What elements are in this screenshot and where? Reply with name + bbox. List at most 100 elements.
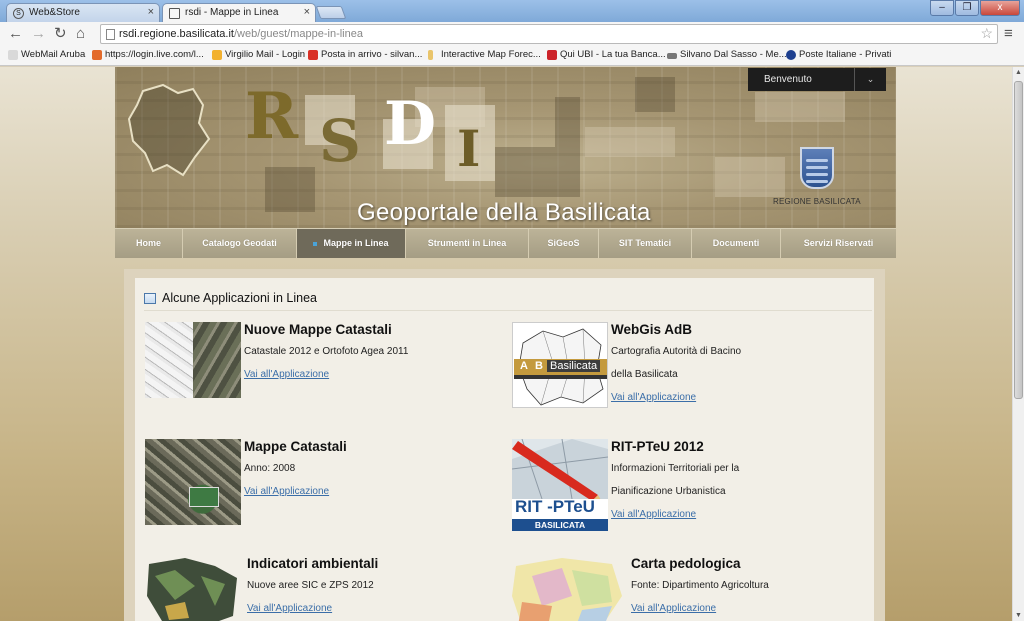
vertical-scrollbar[interactable]: ▲ ▼ (1012, 67, 1024, 621)
app-description: Nuove aree SIC e ZPS 2012 (247, 580, 374, 591)
bookmark-label: Silvano Dal Sasso - Me... (680, 49, 787, 60)
section-title: Alcune Applicazioni in Linea (144, 291, 317, 305)
divider (144, 310, 872, 311)
web-page: R S D I Geoportale della Basilicata REGI… (0, 67, 1012, 621)
app-thumbnail[interactable] (512, 556, 624, 621)
app-title: Carta pedologica (631, 556, 741, 571)
app-description: della Basilicata (611, 369, 678, 380)
back-arrow-icon[interactable]: ← (8, 25, 23, 43)
nav-documenti[interactable]: Documenti (692, 229, 781, 258)
bookmark-item[interactable]: Posta in arrivo - silvan... (308, 49, 422, 60)
app-description: Cartografia Autorità di Bacino (611, 346, 742, 357)
app-link[interactable]: Vai all'Applicazione (244, 486, 329, 497)
bookmark-label: Qui UBI - La tua Banca... (560, 49, 666, 60)
app-title: Mappe Catastali (244, 439, 347, 454)
logo-letter-s: S (319, 107, 361, 175)
bookmarks-bar: WebMail Aruba https://login.live.com/l..… (0, 46, 1024, 66)
bookmark-label: WebMail Aruba (21, 49, 86, 60)
bookmark-item[interactable]: WebMail Aruba (8, 49, 85, 60)
tab-label: rsdi - Mappe in Linea (185, 7, 279, 18)
nav-servizi-riservati[interactable]: Servizi Riservati (781, 229, 896, 258)
thumb-text: RIT -PTeU (515, 497, 595, 516)
app-title: Indicatori ambientali (247, 556, 379, 571)
bookmark-label: Virgilio Mail - Login (225, 49, 306, 60)
restore-icon[interactable]: ❐ (955, 0, 979, 16)
app-title: Nuove Mappe Catastali (244, 322, 392, 337)
thumb-text-a: A (520, 360, 528, 372)
page-icon (106, 29, 115, 40)
window-icon (144, 293, 156, 304)
candle-icon (428, 50, 433, 60)
app-link[interactable]: Vai all'Applicazione (611, 509, 696, 520)
forward-arrow-icon[interactable]: → (31, 25, 46, 43)
welcome-dropdown[interactable]: Benvenuto ⌄ (748, 68, 886, 91)
app-description: Catastale 2012 e Ortofoto Agea 2011 (244, 346, 409, 357)
bookmark-item[interactable]: Silvano Dal Sasso - Me... (667, 49, 787, 60)
soil-map-icon (512, 558, 622, 621)
bookmark-star-icon[interactable]: ☆ (980, 25, 993, 42)
region-emblem-icon (800, 147, 834, 189)
bookmark-item[interactable]: Poste Italiane - Privati (786, 49, 891, 60)
welcome-label: Benvenuto (764, 74, 812, 85)
tab-rsdi[interactable]: rsdi - Mappe in Linea × (162, 3, 316, 22)
app-link[interactable]: Vai all'Applicazione (631, 603, 716, 614)
app-description: Informazioni Territoriali per la (611, 463, 740, 474)
main-nav: Home Catalogo Geodati Mappe in Linea Str… (115, 228, 896, 258)
scroll-up-icon[interactable]: ▲ (1015, 69, 1022, 76)
gmail-icon (308, 50, 318, 60)
bookmark-item[interactable]: Virgilio Mail - Login (212, 49, 305, 60)
app-link[interactable]: Vai all'Applicazione (247, 603, 332, 614)
windows-icon (92, 50, 102, 60)
browser-menu-icon[interactable]: ≡ (1004, 25, 1013, 42)
nav-strumenti-in-linea[interactable]: Strumenti in Linea (406, 229, 529, 258)
app-thumbnail[interactable]: A B Basilicata (512, 322, 608, 408)
app-thumbnail[interactable] (145, 322, 241, 398)
nav-sit-tematici[interactable]: SIT Tematici (599, 229, 692, 258)
app-description: Pianificazione Urbanistica (611, 486, 726, 497)
protected-areas-map-icon (147, 558, 237, 621)
new-tab-button[interactable] (315, 6, 347, 19)
poste-icon (786, 50, 796, 60)
app-thumbnail[interactable] (145, 439, 241, 525)
bookmark-item[interactable]: Interactive Map Forec... (428, 49, 541, 60)
bookmark-label: Poste Italiane - Privati (799, 49, 892, 60)
ubi-icon (547, 50, 557, 60)
app-thumbnail[interactable] (145, 556, 241, 621)
app-link[interactable]: Vai all'Applicazione (611, 392, 696, 403)
bookmark-item[interactable]: https://login.live.com/l... (92, 49, 204, 60)
virgilio-icon (212, 50, 222, 60)
content-area: Alcune Applicazioni in Linea Nuove Mappe… (124, 269, 885, 621)
app-title: WebGis AdB (611, 322, 693, 337)
nav-catalogo-geodati[interactable]: Catalogo Geodati (183, 229, 297, 258)
nav-mappe-in-linea[interactable]: Mappe in Linea (297, 229, 406, 258)
scroll-down-icon[interactable]: ▼ (1015, 612, 1022, 619)
close-window-icon[interactable]: x (980, 0, 1020, 16)
thumb-subtext: BASILICATA (512, 519, 608, 531)
app-description: Fonte: Dipartimento Agricoltura (631, 580, 769, 591)
app-link[interactable]: Vai all'Applicazione (244, 369, 329, 380)
bookmark-label: Posta in arrivo - silvan... (321, 49, 423, 60)
webstore-favicon-icon: S (13, 8, 24, 19)
section-title-text: Alcune Applicazioni in Linea (162, 291, 317, 305)
app-thumbnail[interactable]: RIT -PTeU BASILICATA (512, 439, 608, 531)
nav-sigeos[interactable]: SiGeoS (529, 229, 599, 258)
app-title: RIT-PTeU 2012 (611, 439, 704, 454)
home-icon[interactable]: ⌂ (76, 25, 85, 43)
site-banner: R S D I Geoportale della Basilicata REGI… (115, 67, 896, 228)
bookmark-label: https://login.live.com/l... (105, 49, 204, 60)
logo-letter-r: R (245, 79, 299, 154)
nav-home[interactable]: Home (115, 229, 183, 258)
close-tab-icon[interactable]: × (148, 6, 154, 18)
page-favicon-icon (169, 8, 180, 19)
minimize-icon[interactable]: – (930, 0, 954, 16)
bookmark-item[interactable]: Qui UBI - La tua Banca... (547, 49, 666, 60)
close-tab-icon[interactable]: × (304, 6, 310, 18)
aruba-icon (8, 50, 18, 60)
tab-web-store[interactable]: S Web&Store × (6, 3, 160, 22)
address-bar[interactable]: rsdi.regione.basilicata.it/web/guest/map… (100, 24, 998, 44)
url-host: rsdi.regione.basilicata.it (119, 28, 234, 40)
scrollbar-thumb[interactable] (1014, 81, 1023, 399)
bookmark-label: Interactive Map Forec... (441, 49, 541, 60)
reload-icon[interactable]: ↻ (54, 25, 67, 43)
chevron-down-icon[interactable]: ⌄ (854, 68, 886, 91)
